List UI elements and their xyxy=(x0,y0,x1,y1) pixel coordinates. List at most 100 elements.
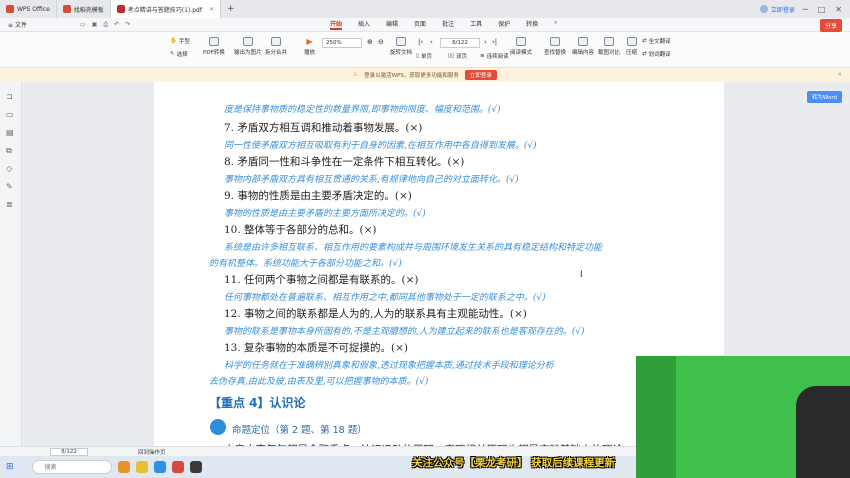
word-translate-button[interactable]: ⇄ 划词翻译 xyxy=(642,50,671,58)
taskbar-search[interactable]: 搜索 xyxy=(31,460,112,474)
hand-tool-button[interactable]: ✋ 手型 xyxy=(170,37,190,45)
cursor-icon: ↖ xyxy=(170,51,175,57)
open-icon[interactable]: ▭ xyxy=(80,21,86,29)
webcam-overlay xyxy=(636,356,850,478)
login-link[interactable]: 立即登录 xyxy=(759,5,795,14)
quick-access-icons: ▭ ▣ ⎙ ↶ ↷ xyxy=(80,21,330,29)
answer-line: 度是保持事物质的稳定性的数量界限,即事物的限度、幅度和范围。(√) xyxy=(224,105,501,115)
thumbnail-icon[interactable]: ▭ xyxy=(6,110,16,119)
output-image-button[interactable]: 输出为图片 xyxy=(234,37,262,56)
translate-icon: ⇄ xyxy=(642,38,647,44)
menu-start[interactable]: 开始 xyxy=(330,19,343,30)
question-line: 13. 复杂事物的本质是不可捉摸的。(×) xyxy=(224,342,409,354)
answer-line: 事物内部矛盾双方具有相互贯通的关系,有规律地向自己的对立面转化。(√) xyxy=(224,175,519,185)
answer-line: 系统是由许多相互联系、相互作用的要素构成并与周围环境发生关系的具有稳定结构和特定… xyxy=(224,243,603,253)
question-line: 12. 事物之间的联系都是人为的,人为的联系具有主观能动性。(×) xyxy=(224,308,527,320)
book-icon xyxy=(516,37,526,46)
last-page-icon[interactable]: ›| xyxy=(492,38,497,46)
compress-button[interactable]: 压缩 xyxy=(626,37,637,56)
rotate-button[interactable]: 旋转文档 xyxy=(390,37,412,56)
minimize-icon[interactable]: ─ xyxy=(803,5,808,14)
first-page-icon[interactable]: |‹ xyxy=(418,38,423,46)
fruit-app-icon[interactable] xyxy=(117,461,130,473)
answer-line: 科学的任务就在于准确辨别真象和假象,透过现象把握本质,通过技术手段和理论分析 xyxy=(224,361,554,371)
question-line: 7. 矛盾双方相互调和推动着事物发展。(×) xyxy=(224,122,423,134)
pdf-convert-button[interactable]: PDF转换 xyxy=(203,37,225,56)
page-number-input[interactable]: 8/122 xyxy=(440,38,480,48)
menu-page[interactable]: 页面 xyxy=(414,19,426,30)
answer-line: 去伪存真,由此及彼,由表及里,可以把握事物的本质。(√) xyxy=(209,377,429,387)
share-button[interactable]: 分享 xyxy=(819,19,842,32)
notice-login-button[interactable]: 立即登录 xyxy=(464,70,497,80)
redo-icon[interactable]: ↷ xyxy=(125,21,130,29)
tab-pdf-document[interactable]: 考点精讲与答题技巧(1).pdf ✕ xyxy=(110,0,221,18)
zoom-select[interactable]: 250% xyxy=(322,38,362,48)
promo-banner: 关注公众号【栗龙考研】 获取后续课程更新 xyxy=(412,457,616,469)
location-pin-icon xyxy=(210,419,226,435)
tab-wps-office[interactable]: WPS Office xyxy=(0,0,57,18)
maximize-icon[interactable]: □ xyxy=(818,5,826,14)
left-sidebar: ⊐ ▭ ▤ ⧉ ◇ ✎ ≣ xyxy=(0,82,22,456)
status-page-input[interactable]: 8/122 xyxy=(50,447,88,456)
comment-icon[interactable]: ▤ xyxy=(6,128,16,137)
prev-page-icon[interactable]: ‹ xyxy=(430,38,433,46)
convert-icon xyxy=(208,37,219,46)
menu-convert[interactable]: 转换 xyxy=(526,19,538,30)
zoom-in-icon[interactable]: ⊕ xyxy=(367,38,373,46)
continuous-read-button[interactable]: ≡ 连续阅读 xyxy=(480,52,509,60)
answer-line: 的有机整体。系统功能大于各部分功能之和。(√) xyxy=(209,259,402,269)
hand-icon: ✋ xyxy=(170,38,177,44)
layers-icon[interactable]: ≣ xyxy=(6,200,16,209)
question-line: 10. 整体等于各部分的总和。(×) xyxy=(224,224,377,236)
play-button[interactable]: ▶ 播放 xyxy=(304,37,315,56)
menu-edit[interactable]: 编辑 xyxy=(386,19,398,30)
return-page-link[interactable]: 回到操作页 xyxy=(138,448,166,456)
files-app-icon[interactable] xyxy=(135,461,148,473)
section-heading: 【重点 4】认识论 xyxy=(209,396,306,410)
menu-tools[interactable]: 工具 xyxy=(470,19,482,30)
start-icon[interactable]: ⊞ xyxy=(6,462,14,472)
tag-icon[interactable]: ◇ xyxy=(6,164,16,173)
template-icon xyxy=(62,5,71,13)
wps-app-icon[interactable] xyxy=(171,461,184,473)
undo-icon[interactable]: ↶ xyxy=(114,21,119,29)
edit-content-button[interactable]: 编辑内容 xyxy=(572,37,594,56)
media-app-icon[interactable] xyxy=(189,461,202,473)
find-replace-button[interactable]: 查找替换 xyxy=(544,37,566,56)
next-page-icon[interactable]: › xyxy=(484,38,487,46)
add-tab-icon[interactable]: + xyxy=(227,4,235,14)
presenter-figure xyxy=(796,386,850,478)
tab-templates[interactable]: 找稻壳模板 xyxy=(57,0,111,18)
zoom-out-icon[interactable]: ⊖ xyxy=(378,38,384,46)
print-icon[interactable]: ⎙ xyxy=(103,21,108,29)
file-menu[interactable]: ≡ 文件 xyxy=(0,20,80,29)
save-icon[interactable]: ▣ xyxy=(92,21,98,29)
screenshot-compare-button[interactable]: 截图对比 xyxy=(598,37,620,56)
double-page-button[interactable]: ▯▯ 双页 xyxy=(448,52,467,60)
select-tool-button[interactable]: ↖ 选择 xyxy=(170,50,188,58)
read-mode-button[interactable]: 阅读模式 xyxy=(510,37,532,56)
menu-protect[interactable]: 保护 xyxy=(498,19,510,30)
bookmark-icon[interactable]: ⊐ xyxy=(6,92,16,101)
attachment-icon[interactable]: ⧉ xyxy=(6,146,16,155)
signature-icon[interactable]: ✎ xyxy=(6,182,16,191)
close-notice-icon[interactable]: ✕ xyxy=(837,72,842,78)
wps-logo-icon xyxy=(6,5,14,13)
menu-comment[interactable]: 批注 xyxy=(442,19,454,30)
split-merge-button[interactable]: 拆分合并 xyxy=(265,37,287,56)
close-icon[interactable]: ✕ xyxy=(209,6,214,13)
single-page-icon: ▯ xyxy=(416,53,420,59)
menu-insert[interactable]: 插入 xyxy=(358,19,370,30)
question-line: 8. 矛盾同一性和斗争性在一定条件下相互转化。(×) xyxy=(224,156,465,168)
find-icon xyxy=(550,37,560,46)
browser-app-icon[interactable] xyxy=(153,461,166,473)
to-word-button[interactable]: 转为Word xyxy=(806,91,842,103)
single-page-button[interactable]: ▯ 单页 xyxy=(416,52,432,60)
window-controls: ─ □ ✕ xyxy=(803,5,842,14)
search-icon[interactable]: ⌕ xyxy=(554,19,557,30)
continuous-icon: ≡ xyxy=(480,53,485,59)
screenshot-icon xyxy=(604,37,614,46)
word-translate-icon: ⇄ xyxy=(642,51,647,57)
close-window-icon[interactable]: ✕ xyxy=(835,5,842,14)
full-translate-button[interactable]: ⇄ 全文翻译 xyxy=(642,37,671,45)
